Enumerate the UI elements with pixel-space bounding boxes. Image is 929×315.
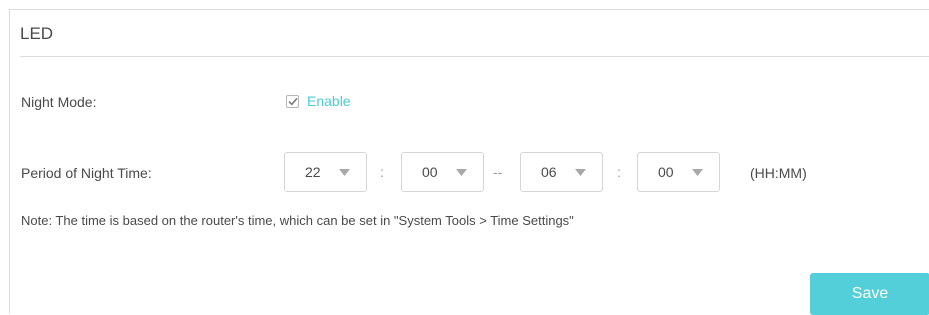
checkbox-box[interactable] [286,94,299,108]
check-icon [287,97,298,105]
night-mode-enable-checkbox[interactable]: Enable [286,93,351,109]
caret-down-icon [692,169,703,176]
time-separator: : [380,164,384,180]
time-separator: : [617,164,621,180]
led-settings-panel: LED Night Mode: Enable Period of Night T… [9,9,929,315]
enable-label: Enable [307,93,351,109]
period-of-night-time-label: Period of Night Time: [21,165,152,181]
end-hour-value: 06 [541,164,557,180]
section-title: LED [20,24,54,43]
start-minute-select[interactable]: 00 [401,152,484,192]
section-divider [20,56,929,57]
time-format-hint: (HH:MM) [750,165,807,181]
start-minute-value: 00 [422,164,438,180]
range-separator: -- [493,164,503,180]
save-button[interactable]: Save [810,273,929,315]
end-minute-select[interactable]: 00 [637,152,720,192]
caret-down-icon [575,169,586,176]
start-hour-value: 22 [305,164,321,180]
time-settings-note: Note: The time is based on the router's … [21,213,574,228]
night-mode-label: Night Mode: [21,94,97,110]
caret-down-icon [456,169,467,176]
start-hour-select[interactable]: 22 [284,152,367,192]
end-minute-value: 00 [658,164,674,180]
caret-down-icon [339,169,350,176]
end-hour-select[interactable]: 06 [520,152,603,192]
